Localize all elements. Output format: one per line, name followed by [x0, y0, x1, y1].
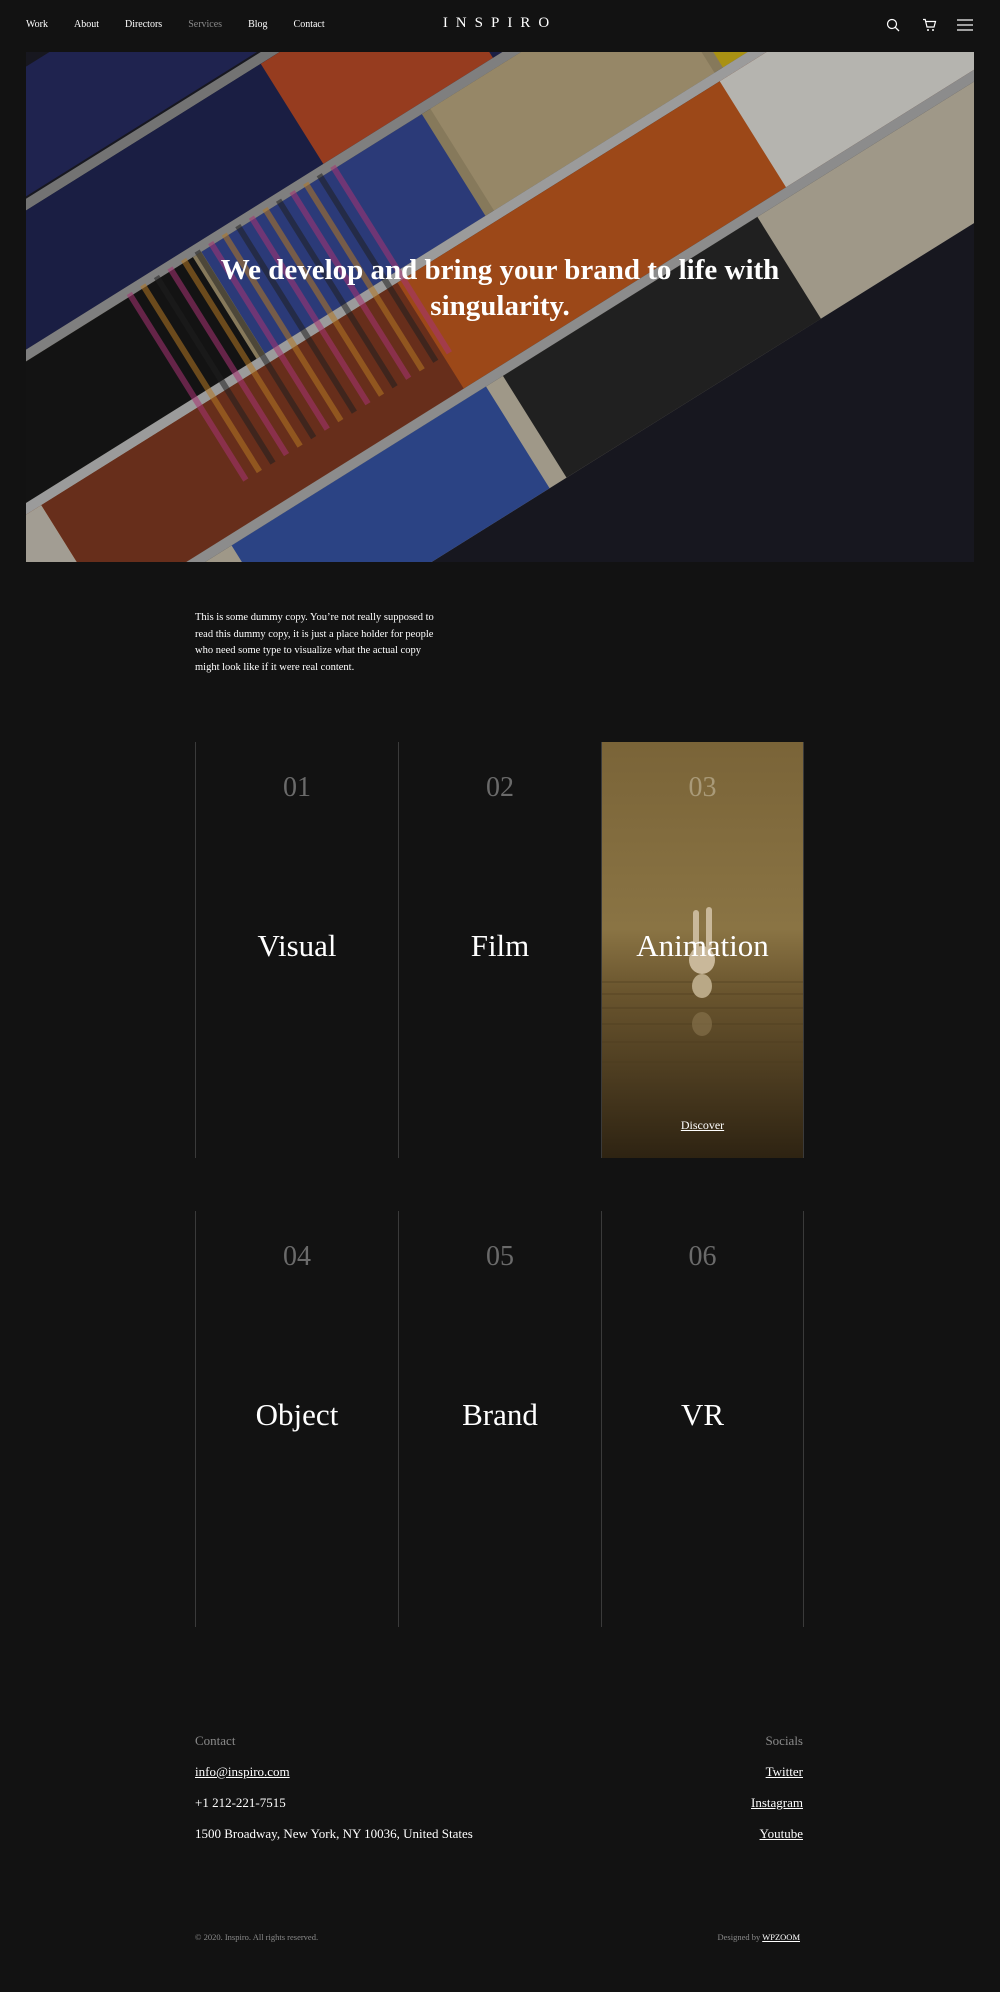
socials-heading: Socials: [765, 1733, 803, 1748]
footer-socials: Socials Twitter Instagram Youtube: [751, 1733, 803, 1842]
service-title: Object: [255, 1397, 339, 1432]
service-title: Visual: [257, 928, 337, 963]
service-card-visual[interactable]: 01 Visual: [195, 742, 398, 1158]
contact-email-link[interactable]: info@inspiro.com: [195, 1764, 473, 1780]
service-card-vr[interactable]: 06 VR: [601, 1211, 804, 1627]
social-link-twitter[interactable]: Twitter: [751, 1764, 803, 1780]
search-icon[interactable]: [884, 16, 902, 34]
site-header: Work About Directors Services Blog Conta…: [0, 0, 1000, 52]
footer-contact: Contact info@inspiro.com +1 212-221-7515…: [195, 1733, 473, 1842]
service-title: Animation: [636, 928, 769, 963]
social-link-youtube[interactable]: Youtube: [751, 1826, 803, 1842]
designed-by-prefix: Designed by: [717, 1932, 761, 1942]
hero-title: We develop and bring your brand to life …: [220, 254, 780, 322]
service-card-animation[interactable]: 03 Animation Discover: [601, 742, 804, 1158]
discover-link[interactable]: Discover: [602, 1118, 803, 1133]
service-number: 03: [688, 772, 717, 803]
copyright-text: © 2020. Inspiro. All rights reserved.: [195, 1932, 319, 1942]
cart-icon[interactable]: [920, 16, 938, 34]
service-title: VR: [680, 1397, 725, 1432]
contact-phone: +1 212-221-7515: [195, 1795, 286, 1810]
service-number: 01: [283, 772, 311, 803]
service-number: 05: [486, 1241, 514, 1272]
contact-address: 1500 Broadway, New York, NY 10036, Unite…: [195, 1826, 473, 1841]
site-logo[interactable]: INSPIRO: [0, 15, 1000, 32]
service-title: Brand: [462, 1397, 538, 1432]
designer-link[interactable]: WPZOOM: [762, 1932, 800, 1942]
service-card-object[interactable]: 04 Object: [195, 1211, 398, 1627]
service-card-film[interactable]: 02 Film: [398, 742, 601, 1158]
contact-heading: Contact: [195, 1733, 236, 1748]
service-title: Film: [470, 928, 530, 963]
service-card-brand[interactable]: 05 Brand: [398, 1211, 601, 1627]
intro-copy: This is some dummy copy. You’re not real…: [195, 612, 434, 673]
service-number: 04: [283, 1241, 311, 1272]
header-actions: [884, 16, 974, 34]
designed-by: Designed by WPZOOM: [718, 1932, 801, 1942]
menu-icon[interactable]: [956, 16, 974, 34]
service-number: 02: [486, 772, 514, 803]
service-number: 06: [688, 1241, 717, 1272]
social-link-instagram[interactable]: Instagram: [751, 1795, 803, 1811]
hero-banner: We develop and bring your brand to life …: [26, 52, 974, 562]
